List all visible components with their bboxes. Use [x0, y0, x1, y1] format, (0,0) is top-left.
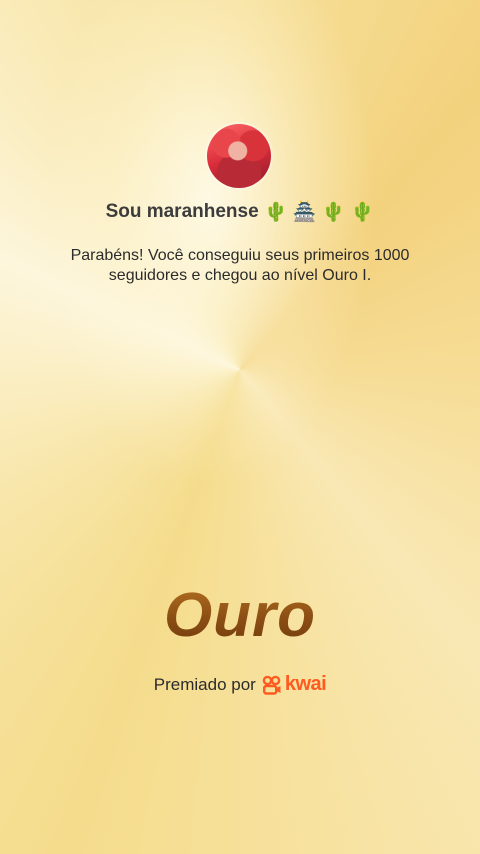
profile-avatar [207, 124, 271, 188]
profile-name: Sou maranhense 🌵 🏯 🌵 🌵 [0, 200, 480, 224]
profile-name-emoji: 🌵 🏯 🌵 🌵 [263, 202, 375, 223]
achievement-screen: Sou maranhense 🌵 🏯 🌵 🌵 Parabéns! Você co… [0, 0, 480, 854]
profile-name-text: Sou maranhense [105, 201, 259, 222]
kwai-icon [262, 675, 281, 695]
award-prefix: Premiado por [153, 674, 256, 694]
tier-title: Ouro [0, 580, 480, 651]
kwai-logo: kwai [262, 673, 327, 696]
congratulation-message: Parabéns! Você conseguiu seus primeiros … [70, 247, 410, 284]
award-line: Premiado por kwai [0, 673, 480, 696]
kwai-wordmark: kwai [284, 673, 327, 695]
